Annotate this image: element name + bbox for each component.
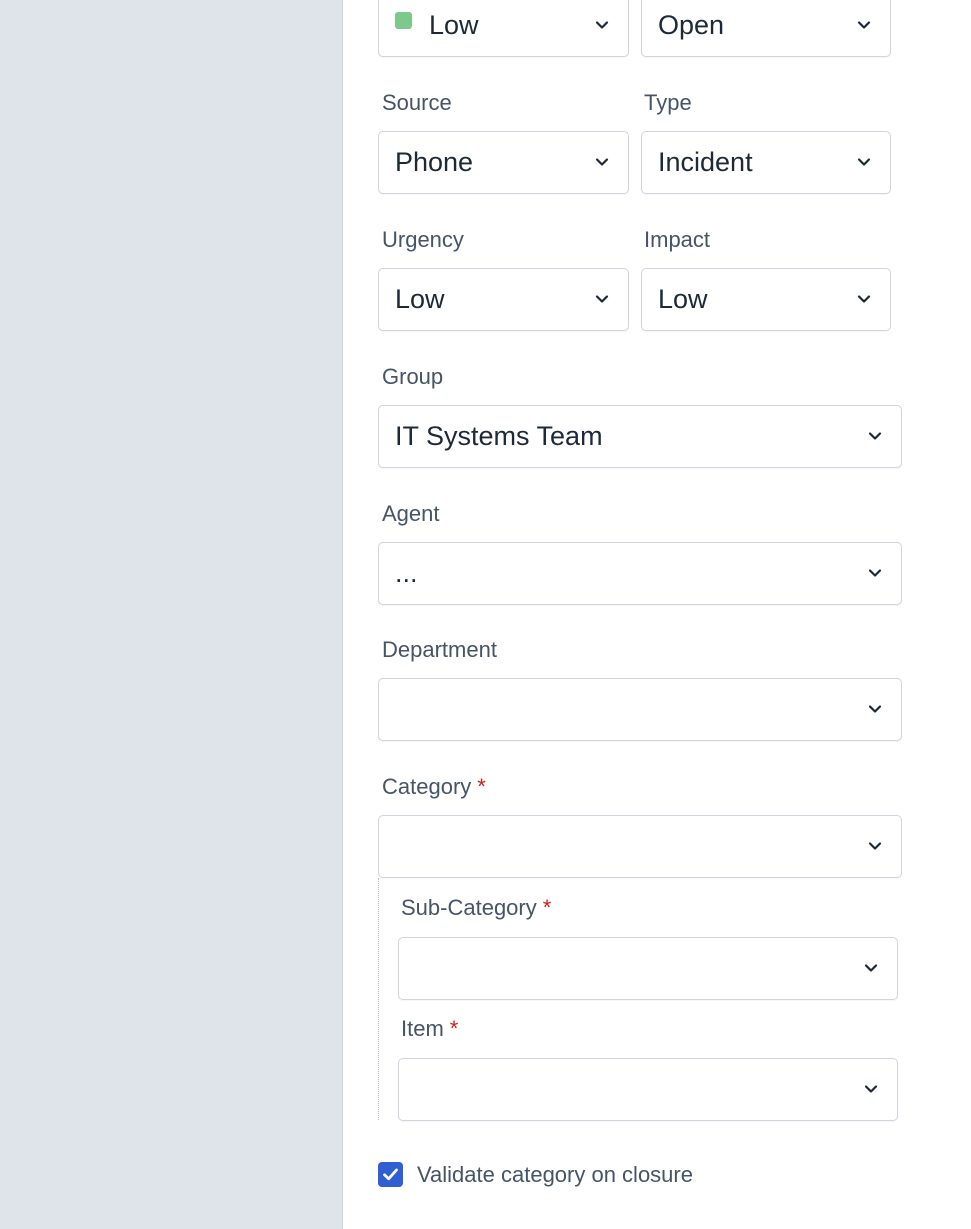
type-value: Incident: [658, 147, 753, 177]
source-value: Phone: [395, 147, 474, 177]
chevron-down-icon: [856, 17, 872, 33]
group-select[interactable]: IT Systems Team: [378, 405, 902, 468]
sub-category-label: Sub-Category *: [401, 895, 551, 921]
validate-category-label[interactable]: Validate category on closure: [417, 1162, 693, 1188]
required-marker: *: [542, 895, 552, 920]
chevron-down-icon: [867, 428, 883, 444]
chevron-down-icon: [594, 17, 610, 33]
sub-category-label-text: Sub-Category: [401, 895, 537, 920]
group-value: IT Systems Team: [395, 421, 603, 451]
item-label-text: Item: [401, 1016, 444, 1041]
required-marker: *: [449, 1016, 459, 1041]
agent-select[interactable]: ...: [378, 542, 902, 605]
chevron-down-icon: [867, 838, 883, 854]
source-label: Source: [382, 90, 452, 115]
left-pane: [0, 0, 342, 1229]
chevron-down-icon: [863, 1081, 879, 1097]
type-select[interactable]: Incident: [641, 131, 891, 194]
chevron-down-icon: [867, 701, 883, 717]
category-label-text: Category: [382, 774, 472, 799]
chevron-down-icon: [594, 154, 610, 170]
department-label: Department: [382, 637, 497, 662]
pane-divider[interactable]: [342, 0, 343, 1229]
category-select[interactable]: [378, 815, 902, 878]
type-label: Type: [644, 90, 692, 115]
item-select[interactable]: [398, 1058, 898, 1121]
urgency-label: Urgency: [382, 227, 464, 252]
impact-select[interactable]: Low: [641, 268, 891, 331]
source-select[interactable]: Phone: [378, 131, 629, 194]
urgency-value: Low: [395, 284, 445, 314]
category-tree-line: [378, 878, 379, 1120]
impact-value: Low: [658, 284, 708, 314]
chevron-down-icon: [856, 291, 872, 307]
status-value: Open: [658, 10, 725, 40]
priority-color-dot: [395, 12, 412, 29]
required-marker: *: [477, 774, 486, 799]
item-label: Item *: [401, 1016, 458, 1042]
urgency-select[interactable]: Low: [378, 268, 629, 331]
validate-category-checkbox[interactable]: [378, 1162, 403, 1187]
department-select[interactable]: [378, 678, 902, 741]
chevron-down-icon: [863, 960, 879, 976]
sub-category-select[interactable]: [398, 937, 898, 1000]
priority-value: Low: [429, 10, 479, 40]
checkmark-icon: [383, 1168, 398, 1181]
chevron-down-icon: [594, 291, 610, 307]
priority-select[interactable]: Low: [378, 0, 629, 57]
status-select[interactable]: Open: [641, 0, 891, 57]
impact-label: Impact: [644, 227, 711, 252]
agent-value: ...: [395, 558, 418, 588]
chevron-down-icon: [856, 154, 872, 170]
agent-label: Agent: [382, 501, 440, 526]
group-label: Group: [382, 364, 444, 389]
chevron-down-icon: [867, 565, 883, 581]
category-label: Category *: [382, 774, 486, 800]
